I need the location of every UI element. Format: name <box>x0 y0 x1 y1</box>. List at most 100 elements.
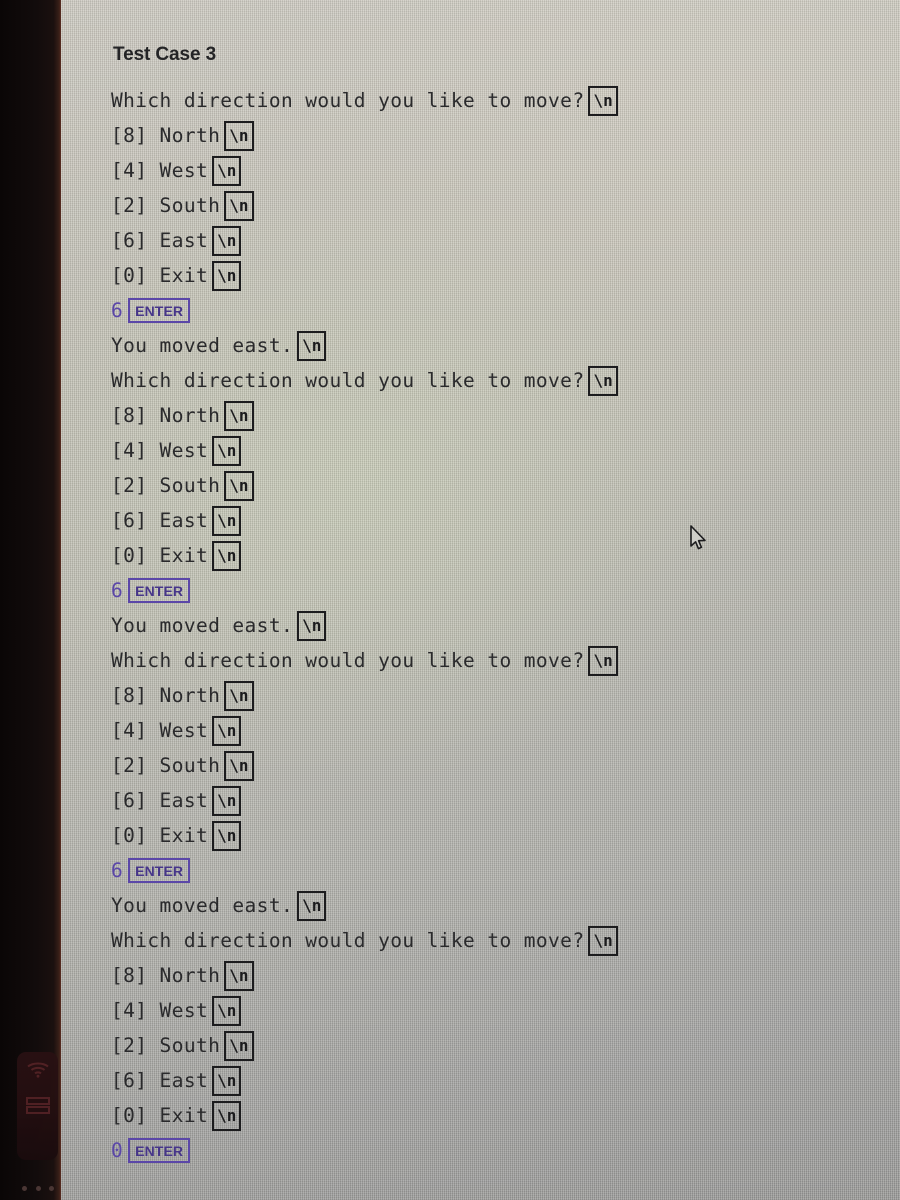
menu-option-west[interactable]: [4] West \n <box>111 153 900 188</box>
user-input-value: 6 <box>111 578 124 602</box>
menu-option-south[interactable]: [2] South \n <box>111 748 900 783</box>
lcd-screen-surface: Test Case 3 Which direction would you li… <box>61 0 900 1200</box>
newline-marker: \n <box>212 785 242 816</box>
menu-option-exit[interactable]: [0] Exit \n <box>111 538 900 573</box>
newline-marker: \n <box>212 540 242 571</box>
menu-option-label: [8] North <box>111 123 221 147</box>
user-input-value: 6 <box>111 298 124 322</box>
interaction-block: Which direction would you like to move? … <box>111 363 900 643</box>
menu-option-exit[interactable]: [0] Exit \n <box>111 1098 900 1133</box>
user-input-line[interactable]: 6 ENTER <box>111 853 900 888</box>
menu-option-south[interactable]: [2] South \n <box>111 1028 900 1063</box>
enter-key-badge[interactable]: ENTER <box>128 858 191 883</box>
menu-option-label: [6] East <box>111 228 209 252</box>
newline-marker: \n <box>297 330 327 361</box>
prompt-line: Which direction would you like to move? … <box>111 363 900 398</box>
menu-option-label: [0] Exit <box>111 543 209 567</box>
newline-marker: \n <box>212 505 242 536</box>
menu-option-label: [8] North <box>111 683 221 707</box>
user-input-value: 6 <box>111 858 124 882</box>
menu-option-label: [2] South <box>111 473 221 497</box>
newline-marker: \n <box>212 820 242 851</box>
menu-option-label: [6] East <box>111 788 209 812</box>
bezel-dot <box>22 1186 27 1191</box>
interaction-block: Which direction would you like to move? … <box>111 923 900 1168</box>
result-line: You moved east. \n <box>111 608 900 643</box>
newline-marker: \n <box>224 120 254 151</box>
menu-option-south[interactable]: [2] South \n <box>111 468 900 503</box>
menu-option-east[interactable]: [6] East \n <box>111 783 900 818</box>
result-text: You moved east. <box>111 613 294 637</box>
newline-marker: \n <box>212 1065 242 1096</box>
enter-key-badge[interactable]: ENTER <box>128 578 191 603</box>
menu-option-north[interactable]: [8] North \n <box>111 118 900 153</box>
newline-marker: \n <box>212 155 242 186</box>
menu-option-label: [0] Exit <box>111 1103 209 1127</box>
newline-marker: \n <box>224 400 254 431</box>
newline-marker: \n <box>224 190 254 221</box>
menu-option-north[interactable]: [8] North \n <box>111 678 900 713</box>
result-line: You moved east. \n <box>111 328 900 363</box>
menu-option-exit[interactable]: [0] Exit \n <box>111 818 900 853</box>
menu-option-exit[interactable]: [0] Exit \n <box>111 258 900 293</box>
menu-option-north[interactable]: [8] North \n <box>111 398 900 433</box>
menu-option-label: [8] North <box>111 963 221 987</box>
result-line: You moved east. \n <box>111 888 900 923</box>
menu-option-west[interactable]: [4] West \n <box>111 993 900 1028</box>
newline-marker: \n <box>224 470 254 501</box>
newline-marker: \n <box>224 750 254 781</box>
user-input-line[interactable]: 0 ENTER <box>111 1133 900 1168</box>
menu-option-label: [4] West <box>111 158 209 182</box>
newline-marker: \n <box>224 680 254 711</box>
user-input-line[interactable]: 6 ENTER <box>111 573 900 608</box>
user-input-value: 0 <box>111 1138 124 1162</box>
menu-option-label: [0] Exit <box>111 263 209 287</box>
user-input-line[interactable]: 6 ENTER <box>111 293 900 328</box>
newline-marker: \n <box>224 1030 254 1061</box>
photographed-screen: Test Case 3 Which direction would you li… <box>0 0 900 1200</box>
menu-option-north[interactable]: [8] North \n <box>111 958 900 993</box>
page-title: Test Case 3 <box>113 44 217 65</box>
console-output: Test Case 3 Which direction would you li… <box>61 0 900 1168</box>
menu-option-east[interactable]: [6] East \n <box>111 223 900 258</box>
prompt-text: Which direction would you like to move? <box>111 368 585 392</box>
menu-option-east[interactable]: [6] East \n <box>111 1063 900 1098</box>
prompt-line: Which direction would you like to move? … <box>111 923 900 958</box>
newline-marker: \n <box>212 260 242 291</box>
prompt-line: Which direction would you like to move? … <box>111 83 900 118</box>
newline-marker: \n <box>212 715 242 746</box>
menu-option-label: [2] South <box>111 193 221 217</box>
enter-key-badge[interactable]: ENTER <box>128 298 191 323</box>
newline-marker: \n <box>212 1100 242 1131</box>
menu-option-east[interactable]: [6] East \n <box>111 503 900 538</box>
menu-option-label: [2] South <box>111 753 221 777</box>
menu-option-label: [0] Exit <box>111 823 209 847</box>
menu-option-label: [8] North <box>111 403 221 427</box>
keyboard-icon[interactable] <box>25 1096 50 1120</box>
enter-key-badge[interactable]: ENTER <box>128 1138 191 1163</box>
newline-marker: \n <box>588 645 618 676</box>
menu-option-west[interactable]: [4] West \n <box>111 433 900 468</box>
menu-option-south[interactable]: [2] South \n <box>111 188 900 223</box>
bezel-indicator-dots <box>22 1186 54 1192</box>
newline-marker: \n <box>212 225 242 256</box>
menu-option-label: [4] West <box>111 998 209 1022</box>
newline-marker: \n <box>297 890 327 921</box>
menu-option-west[interactable]: [4] West \n <box>111 713 900 748</box>
newline-marker: \n <box>224 960 254 991</box>
prompt-line: Which direction would you like to move? … <box>111 643 900 678</box>
newline-marker: \n <box>588 365 618 396</box>
wifi-icon[interactable] <box>26 1062 49 1082</box>
bezel-dot <box>35 1186 41 1191</box>
prompt-text: Which direction would you like to move? <box>111 928 585 952</box>
newline-marker: \n <box>297 610 327 641</box>
menu-option-label: [6] East <box>111 508 209 532</box>
prompt-text: Which direction would you like to move? <box>111 88 585 112</box>
prompt-text: Which direction would you like to move? <box>111 648 585 672</box>
bezel-dot <box>49 1186 54 1191</box>
menu-option-label: [4] West <box>111 718 209 742</box>
menu-option-label: [6] East <box>111 1068 209 1092</box>
menu-option-label: [2] South <box>111 1033 221 1057</box>
interaction-block: Which direction would you like to move? … <box>111 83 900 363</box>
device-bezel <box>0 0 61 1200</box>
